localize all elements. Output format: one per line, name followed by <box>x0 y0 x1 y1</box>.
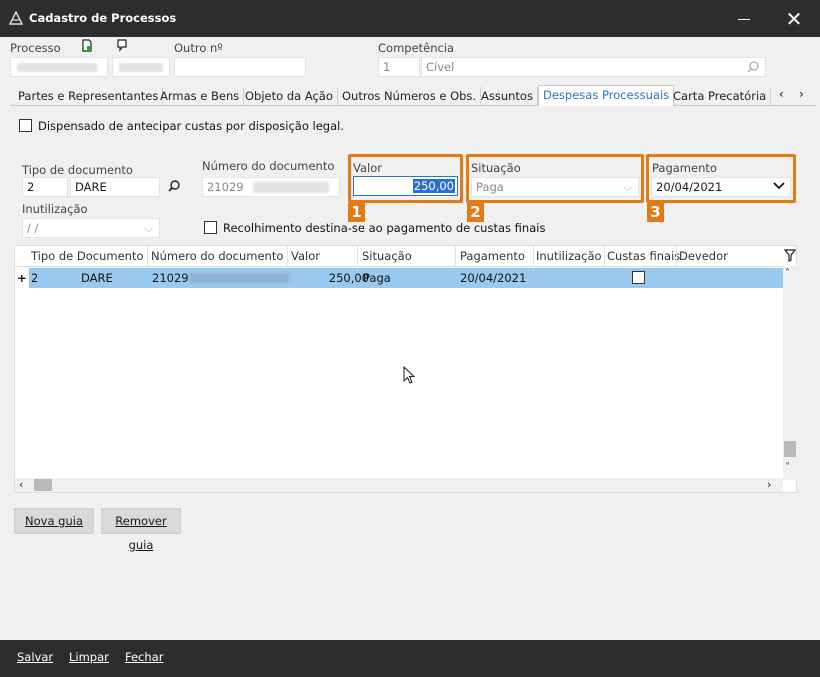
vertical-scroll-thumb[interactable] <box>784 441 796 457</box>
numero-field[interactable]: 21029 <box>202 177 340 197</box>
competencia-value: Cível <box>426 60 455 74</box>
valor-field[interactable]: 250,00 <box>353 176 458 196</box>
close-button[interactable]: ✕ <box>781 6 807 32</box>
cell-custas-finais-checkbox[interactable] <box>632 271 645 284</box>
competencia-label: Competência <box>378 41 455 55</box>
col-numero[interactable]: Número do documento <box>151 249 283 263</box>
col-pagamento[interactable]: Pagamento <box>460 249 525 263</box>
processo-field[interactable] <box>10 57 108 77</box>
scroll-left-icon[interactable]: ‹ <box>19 478 23 491</box>
app-logo-icon <box>9 11 23 25</box>
tab-armas[interactable]: Armas e Bens <box>156 87 245 105</box>
nova-guia-label: Nova guia <box>25 514 83 528</box>
mouse-cursor-icon <box>403 366 416 384</box>
numero-label: Número do documento <box>202 159 335 173</box>
col-devedor[interactable]: Devedor <box>679 249 728 263</box>
recolhimento-label: Recolhimento destina-se ao pagamento de … <box>223 221 546 235</box>
inutilizacao-chevron-down-icon: ⌵ <box>144 221 153 235</box>
numero-value: 21029 <box>207 180 244 194</box>
col-inutilizacao[interactable]: Inutilização <box>536 249 602 263</box>
limpar-button[interactable]: Limpar <box>69 650 109 664</box>
cell-valor: 250,00 <box>328 271 369 285</box>
chevron-right-icon[interactable]: › <box>799 85 804 103</box>
cell-situacao: Paga <box>363 271 391 285</box>
remover-guia-button[interactable]: Remover guia <box>101 508 181 552</box>
cell-tipo: DARE <box>81 271 113 285</box>
annotation-badge-2: 2 <box>467 203 484 222</box>
dispensado-label: Dispensado de antecipar custas por dispo… <box>38 119 344 133</box>
scroll-up-icon[interactable]: ˄ <box>785 268 790 279</box>
pagamento-field[interactable]: 20/04/2021 <box>651 177 791 197</box>
row-expand-marker[interactable]: + <box>17 271 27 285</box>
remover-guia-label: Remover guia <box>115 514 167 552</box>
inutilizacao-value: / / <box>27 221 39 235</box>
processo-label: Processo <box>10 41 61 55</box>
inutilizacao-field[interactable]: / / ⌵ <box>22 218 160 238</box>
competencia-code-field[interactable]: 1 <box>378 57 420 77</box>
tipo-code-field[interactable]: 2 <box>22 177 68 197</box>
new-document-icon[interactable] <box>80 38 94 53</box>
annotation-badge-3: 3 <box>647 203 664 222</box>
footer-bar: Salvar Limpar Fechar <box>0 640 820 677</box>
pagamento-value: 20/04/2021 <box>656 180 723 194</box>
horizontal-scroll-thumb[interactable] <box>34 479 52 491</box>
cell-code: 2 <box>31 271 39 285</box>
col-tipo[interactable]: Tipo de Documento <box>31 249 144 263</box>
situacao-value: Paga <box>476 180 504 194</box>
outro-field[interactable] <box>174 57 306 77</box>
tab-despesas[interactable]: Despesas Processuais <box>538 85 675 106</box>
situacao-label: Situação <box>471 161 521 175</box>
competencia-field[interactable]: Cível <box>421 57 766 77</box>
grid-header: Tipo de Documento Número do documento Va… <box>15 246 783 267</box>
tab-objeto[interactable]: Objeto da Ação <box>241 87 338 105</box>
fechar-button[interactable]: Fechar <box>125 650 163 664</box>
dispensado-checkbox[interactable] <box>19 119 32 132</box>
tipo-field[interactable]: DARE <box>70 177 160 197</box>
valor-label: Valor <box>353 161 382 175</box>
tipo-search-icon[interactable] <box>167 179 181 193</box>
horizontal-scrollbar[interactable]: ‹ › <box>15 478 783 492</box>
recolhimento-checkbox[interactable] <box>204 221 217 234</box>
search-icon[interactable] <box>746 60 760 74</box>
tab-partes[interactable]: Partes e Representantes <box>14 87 164 105</box>
cell-pagamento: 20/04/2021 <box>460 271 527 285</box>
tab-bar: Partes e Representantes Armas e Bens Obj… <box>10 85 816 106</box>
col-custas-finais[interactable]: Custas finais <box>607 249 680 263</box>
salvar-button[interactable]: Salvar <box>17 650 53 664</box>
inutilizacao-label: Inutilização <box>22 202 88 216</box>
situacao-chevron-down-icon: ⌵ <box>623 180 632 194</box>
cell-numero-redacted <box>189 273 289 283</box>
annotation-badge-1: 1 <box>348 203 365 222</box>
filter-icon[interactable] <box>784 249 796 263</box>
nova-guia-button[interactable]: Nova guia <box>14 508 94 534</box>
col-situacao[interactable]: Situação <box>362 249 412 263</box>
valor-value: 250,00 <box>412 179 455 193</box>
vertical-scrollbar[interactable]: ˄ ˅ <box>783 266 797 480</box>
cell-numero: 21029 <box>152 271 189 285</box>
chevron-left-icon[interactable]: ‹ <box>779 85 784 103</box>
minimize-button[interactable] <box>731 6 757 32</box>
tab-outros-numeros[interactable]: Outros Números e Obs. <box>338 87 482 105</box>
tab-scroll: ‹ › <box>775 85 815 105</box>
note-icon[interactable] <box>116 38 128 52</box>
title-bar: Cadastro de Processos ✕ <box>0 0 820 37</box>
window-title: Cadastro de Processos <box>29 11 177 25</box>
pagamento-chevron-down-icon[interactable] <box>772 181 786 191</box>
tab-assuntos[interactable]: Assuntos <box>477 87 538 105</box>
pagamento-label: Pagamento <box>652 161 717 175</box>
situacao-select[interactable]: Paga ⌵ <box>471 177 639 197</box>
col-valor[interactable]: Valor <box>291 249 320 263</box>
outro-label: Outro nº <box>174 41 223 55</box>
scroll-down-icon[interactable]: ˅ <box>785 462 790 473</box>
tab-carta[interactable]: Carta Precatória <box>669 87 772 105</box>
tipo-label: Tipo de documento <box>22 163 133 177</box>
scroll-right-icon[interactable]: › <box>767 478 771 491</box>
processo-year-field[interactable] <box>112 57 170 77</box>
table-row[interactable]: 2 DARE 21029 250,00 Paga 20/04/2021 <box>29 268 783 288</box>
